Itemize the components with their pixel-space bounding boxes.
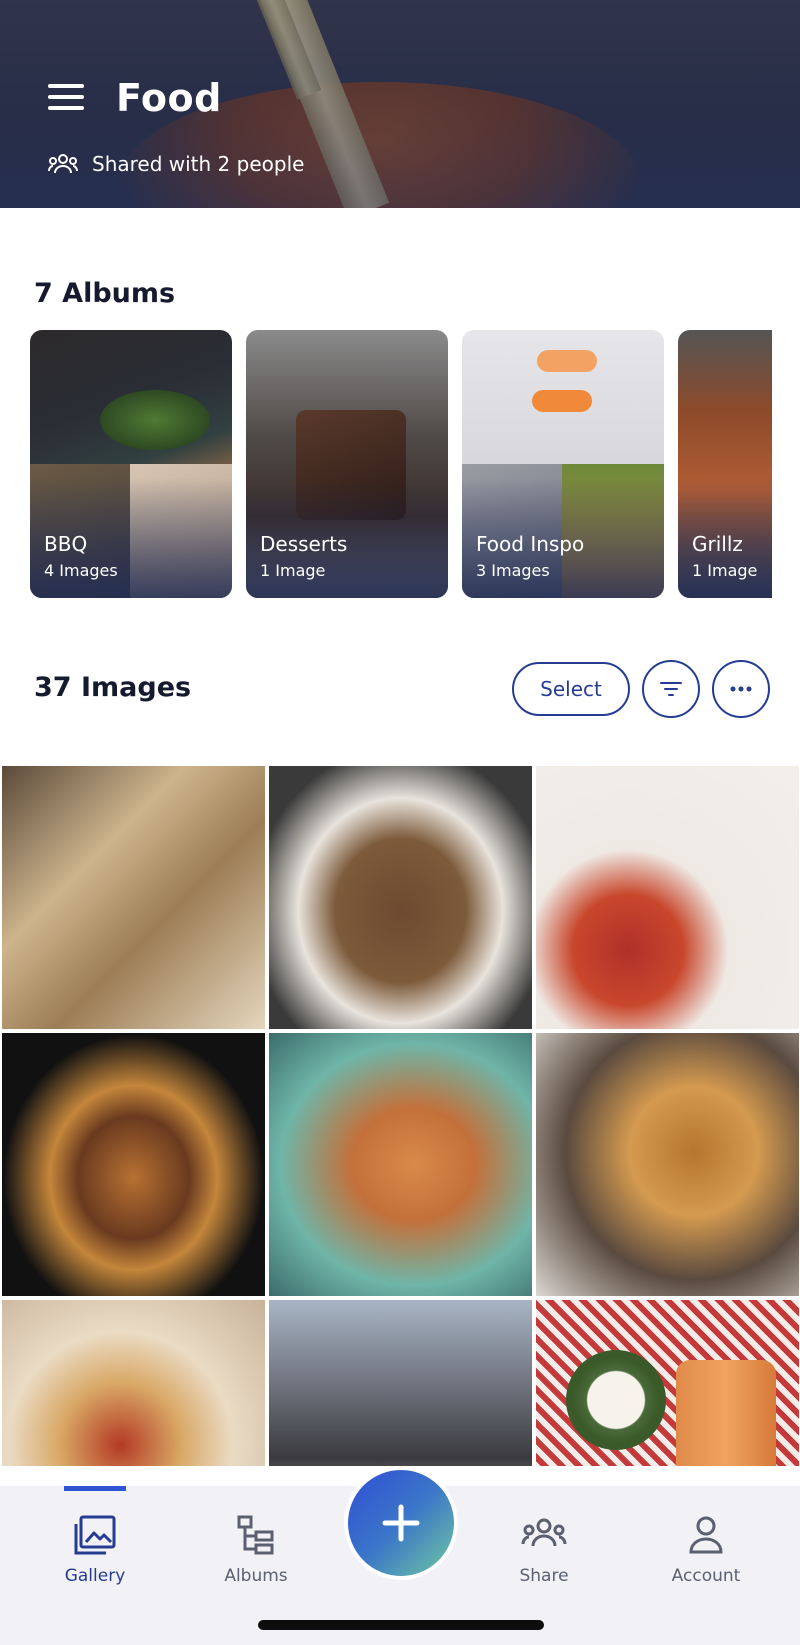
album-card-desserts[interactable]: Desserts 1 Image xyxy=(246,330,448,598)
filter-icon xyxy=(660,682,682,696)
image-tile[interactable] xyxy=(269,1300,532,1466)
image-tile[interactable] xyxy=(2,1300,265,1466)
share-icon xyxy=(521,1518,567,1547)
image-tile[interactable] xyxy=(536,766,799,1029)
album-header: Food Shared with 2 people xyxy=(0,0,800,208)
more-horizontal-icon xyxy=(730,686,752,692)
image-tile[interactable] xyxy=(2,766,265,1029)
album-count: 3 Images xyxy=(476,561,550,580)
image-grid[interactable] xyxy=(2,766,800,1466)
nav-label: Account xyxy=(671,1566,741,1586)
nav-label: Albums xyxy=(224,1566,288,1586)
page-title: Food xyxy=(116,76,222,120)
account-icon xyxy=(689,1516,723,1554)
nav-item-albums[interactable]: Albums xyxy=(196,1514,316,1586)
album-card-food-inspo[interactable]: Food Inspo 3 Images xyxy=(462,330,664,598)
more-options-button[interactable] xyxy=(712,660,770,718)
nav-item-account[interactable]: Account xyxy=(646,1514,766,1586)
image-tile[interactable] xyxy=(269,766,532,1029)
albums-carousel[interactable]: BBQ 4 Images Desserts 1 Image Food Inspo… xyxy=(30,330,772,598)
nav-label: Gallery xyxy=(64,1566,126,1586)
album-name: BBQ xyxy=(44,532,88,556)
nav-item-share[interactable]: Share xyxy=(484,1514,604,1586)
plus-icon xyxy=(382,1504,420,1542)
select-button[interactable]: Select xyxy=(512,662,630,716)
image-tile[interactable] xyxy=(536,1033,799,1296)
shared-with-link[interactable]: Shared with 2 people xyxy=(48,152,304,176)
image-tile[interactable] xyxy=(2,1033,265,1296)
album-count: 4 Images xyxy=(44,561,118,580)
hamburger-menu-icon[interactable] xyxy=(48,84,84,112)
album-card-grillz[interactable]: Grillz 1 Image xyxy=(678,330,772,598)
add-button[interactable] xyxy=(344,1466,458,1580)
albums-section-title: 7 Albums xyxy=(34,278,176,309)
nav-item-gallery[interactable]: Gallery xyxy=(35,1514,155,1586)
album-name: Grillz xyxy=(692,532,743,556)
album-thumbnail xyxy=(532,390,592,412)
album-name: Desserts xyxy=(260,532,348,556)
people-icon xyxy=(48,154,78,174)
home-indicator xyxy=(258,1620,544,1630)
album-card-bbq[interactable]: BBQ 4 Images xyxy=(30,330,232,598)
album-thumbnail xyxy=(100,390,210,450)
image-tile[interactable] xyxy=(536,1300,799,1466)
image-tile[interactable] xyxy=(269,1033,532,1296)
nav-label: Share xyxy=(519,1566,569,1586)
shared-text: Shared with 2 people xyxy=(92,152,305,176)
album-name: Food Inspo xyxy=(476,532,585,556)
albums-icon xyxy=(237,1515,274,1555)
album-count: 1 Image xyxy=(692,561,758,580)
album-thumbnail xyxy=(537,350,597,372)
album-count: 1 Image xyxy=(260,561,326,580)
active-tab-indicator xyxy=(64,1486,126,1491)
filter-button[interactable] xyxy=(642,660,700,718)
gallery-icon xyxy=(74,1515,116,1555)
images-section-title: 37 Images xyxy=(34,672,192,703)
